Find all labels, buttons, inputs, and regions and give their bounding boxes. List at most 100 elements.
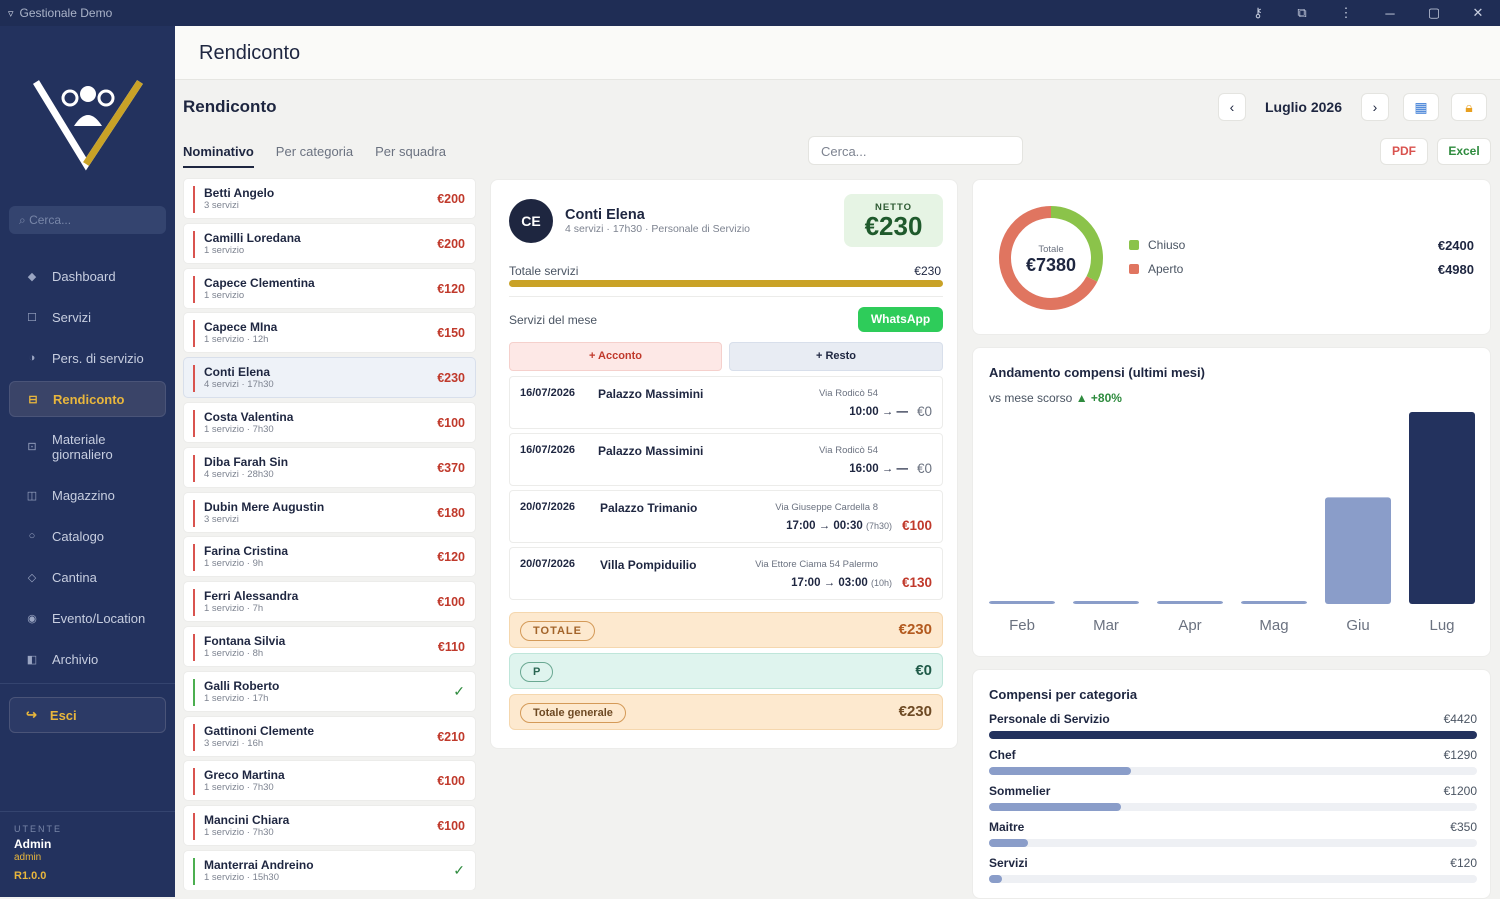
legend-swatch [1129, 240, 1139, 250]
next-month-button[interactable]: › [1361, 93, 1389, 121]
category-value: €1290 [1443, 748, 1477, 762]
totale-row: TOTALE €230 [509, 612, 943, 648]
donut-total-label: Totale [1038, 244, 1064, 255]
month-navigator: ‹ Luglio 2026 › ▦ 🔒︎ [1218, 93, 1487, 121]
category-bar-track [989, 803, 1477, 811]
more-vertical-icon[interactable]: ⋮ [1324, 5, 1368, 21]
square-icon: ☐ [27, 311, 37, 324]
diamond-icon: ◆ [27, 270, 37, 283]
list-item[interactable]: Gattinoni Clemente 3 servizi · 16h €210 [183, 715, 476, 757]
summary-card: Totale €7380 Chiuso €2400 Aperto €4980 [972, 179, 1491, 335]
category-bar-fill [989, 839, 1028, 847]
list-item[interactable]: Ferri Alessandra 1 servizio · 7h €100 [183, 581, 476, 623]
donut-total-value: €7380 [1025, 255, 1077, 275]
calendar-button[interactable]: ▦ [1403, 93, 1439, 121]
category-name: Chef [989, 748, 1016, 762]
sidebar-search-input[interactable]: ⌕ Cerca... [9, 206, 166, 234]
chart-subtitle: vs mese scorso ▲ +80% [989, 391, 1122, 405]
app-title: ▿ Gestionale Demo [8, 6, 112, 20]
view-tabs: Nominativo Per categoria Per squadra [183, 142, 446, 168]
chevron-left-icon: ‹ [1229, 99, 1235, 115]
category-value: €120 [1450, 856, 1477, 870]
export-pdf-button[interactable]: PDF [1380, 138, 1428, 165]
minimize-icon[interactable]: ─ [1368, 6, 1412, 21]
current-month: Luglio 2026 [1264, 99, 1343, 115]
list-item[interactable]: Costa Valentina 1 servizio · 7h30 €100 [183, 401, 476, 443]
lock-button[interactable]: 🔒︎ [1451, 93, 1487, 121]
bar-lug [1409, 412, 1475, 604]
window-titlebar: ▿ Gestionale Demo ⚷ ⧉ ⋮ ─ ▢ ✕ [0, 0, 1500, 26]
category-bar-track [989, 839, 1477, 847]
sidebar-item-evento[interactable]: ◉ Evento/Location [9, 600, 166, 636]
sidebar-item-dashboard[interactable]: ◆ Dashboard [9, 258, 166, 294]
categories-title: Compensi per categoria [989, 687, 1138, 702]
sidebar-item-servizi[interactable]: ☐ Servizi [9, 299, 166, 335]
logout-button[interactable]: ↪ Esci [9, 697, 166, 733]
list-item[interactable]: Diba Farah Sin 4 servizi · 28h30 €370 [183, 446, 476, 488]
category-bar-fill [989, 731, 1477, 739]
netto-badge: NETTO €230 [844, 194, 943, 247]
bar-feb [989, 601, 1055, 604]
list-item-selected[interactable]: Conti Elena 4 servizi · 17h30 €230 [183, 357, 476, 399]
list-item[interactable]: Capece MIna 1 servizio · 12h €150 [183, 312, 476, 354]
sidebar-item-cantina[interactable]: ◇ Cantina [9, 559, 166, 595]
status-bar [193, 186, 195, 213]
whatsapp-button[interactable]: WhatsApp [858, 307, 943, 332]
add-resto-button[interactable]: + Resto [729, 342, 943, 371]
list-item[interactable]: Manterrai Andreino 1 servizio · 15h30 ✓ [183, 849, 476, 890]
list-item[interactable]: Capece Clementina 1 servizio €120 [183, 267, 476, 309]
category-name: Servizi [989, 856, 1028, 870]
sidebar-divider [0, 683, 175, 684]
list-item[interactable]: Galli Roberto 1 servizio · 17h ✓ [183, 670, 476, 712]
sidebar-item-catalogo[interactable]: ○ Catalogo [9, 518, 166, 554]
status-bar [193, 813, 195, 841]
category-name: Personale di Servizio [989, 712, 1110, 726]
maximize-icon[interactable]: ▢ [1412, 5, 1456, 21]
sidebar-item-personale[interactable]: ◑ Pers. di servizio [9, 340, 166, 376]
sidebar-divider [0, 811, 175, 812]
app-version: R1.0.0 [14, 870, 47, 882]
list-item[interactable]: Greco Martina 1 servizio · 7h30 €100 [183, 760, 476, 802]
service-row[interactable]: 16/07/2026 Palazzo Massimini Via Rodicò … [509, 376, 943, 429]
circle-icon: ○ [28, 530, 36, 542]
list-item[interactable]: Fontana Silvia 1 servizio · 8h €110 [183, 625, 476, 667]
list-item[interactable]: Camilli Loredana 1 servizio €200 [183, 222, 476, 264]
service-row[interactable]: 20/07/2026 Palazzo Trimanio Via Giuseppe… [509, 490, 943, 543]
category-name: Maitre [989, 820, 1025, 834]
avatar: CE [509, 199, 553, 243]
status-bar [193, 320, 195, 348]
service-row[interactable]: 20/07/2026 Villa Pompiduilio Via Ettore … [509, 547, 943, 600]
list-item[interactable]: Dubin Mere Augustin 3 servizi €180 [183, 491, 476, 533]
bar-apr [1157, 601, 1223, 604]
tab-per-categoria[interactable]: Per categoria [276, 142, 353, 168]
close-icon[interactable]: ✕ [1456, 5, 1500, 21]
bar-mag [1241, 601, 1307, 604]
extension-icon[interactable]: ⧉ [1280, 5, 1324, 21]
tab-nominativo[interactable]: Nominativo [183, 142, 254, 168]
service-row[interactable]: 16/07/2026 Palazzo Massimini Via Rodicò … [509, 433, 943, 486]
sidebar-item-archivio[interactable]: ◧ Archivio [9, 641, 166, 677]
add-acconto-button[interactable]: + Acconto [509, 342, 722, 371]
category-bar-track [989, 767, 1477, 775]
ledger-icon: ⊟ [28, 393, 38, 406]
list-item[interactable]: Mancini Chiara 1 servizio · 7h30 €100 [183, 805, 476, 847]
diamond-outline-icon: ◇ [27, 571, 37, 584]
prev-month-button[interactable]: ‹ [1218, 93, 1246, 121]
list-item[interactable]: Farina Cristina 1 servizio · 9h €120 [183, 536, 476, 578]
sidebar: ⌕ Cerca... ◆ Dashboard ☐ Servizi ◑ Pers. di… [0, 26, 175, 897]
export-excel-button[interactable]: Excel [1437, 138, 1491, 165]
x-tick-label: Mar [1093, 617, 1119, 634]
status-bar [193, 857, 195, 885]
tab-per-squadra[interactable]: Per squadra [375, 142, 446, 168]
x-tick-label: Apr [1178, 617, 1201, 634]
app-logo-icon: ▿ [8, 7, 14, 20]
legend-chiuso-value: €2400 [1437, 238, 1474, 253]
sidebar-item-materiale[interactable]: ⊡ Materiale giornaliero [9, 427, 166, 467]
status-bar [193, 768, 195, 796]
search-input[interactable]: Cerca... [808, 136, 1023, 165]
key-icon[interactable]: ⚷ [1236, 5, 1280, 21]
x-tick-label: Mag [1259, 617, 1288, 634]
sidebar-item-rendiconto[interactable]: ⊟ Rendiconto [9, 381, 166, 417]
sidebar-item-magazzino[interactable]: ◫ Magazzino [9, 477, 166, 513]
list-item[interactable]: Betti Angelo 3 servizi €200 [183, 178, 476, 219]
